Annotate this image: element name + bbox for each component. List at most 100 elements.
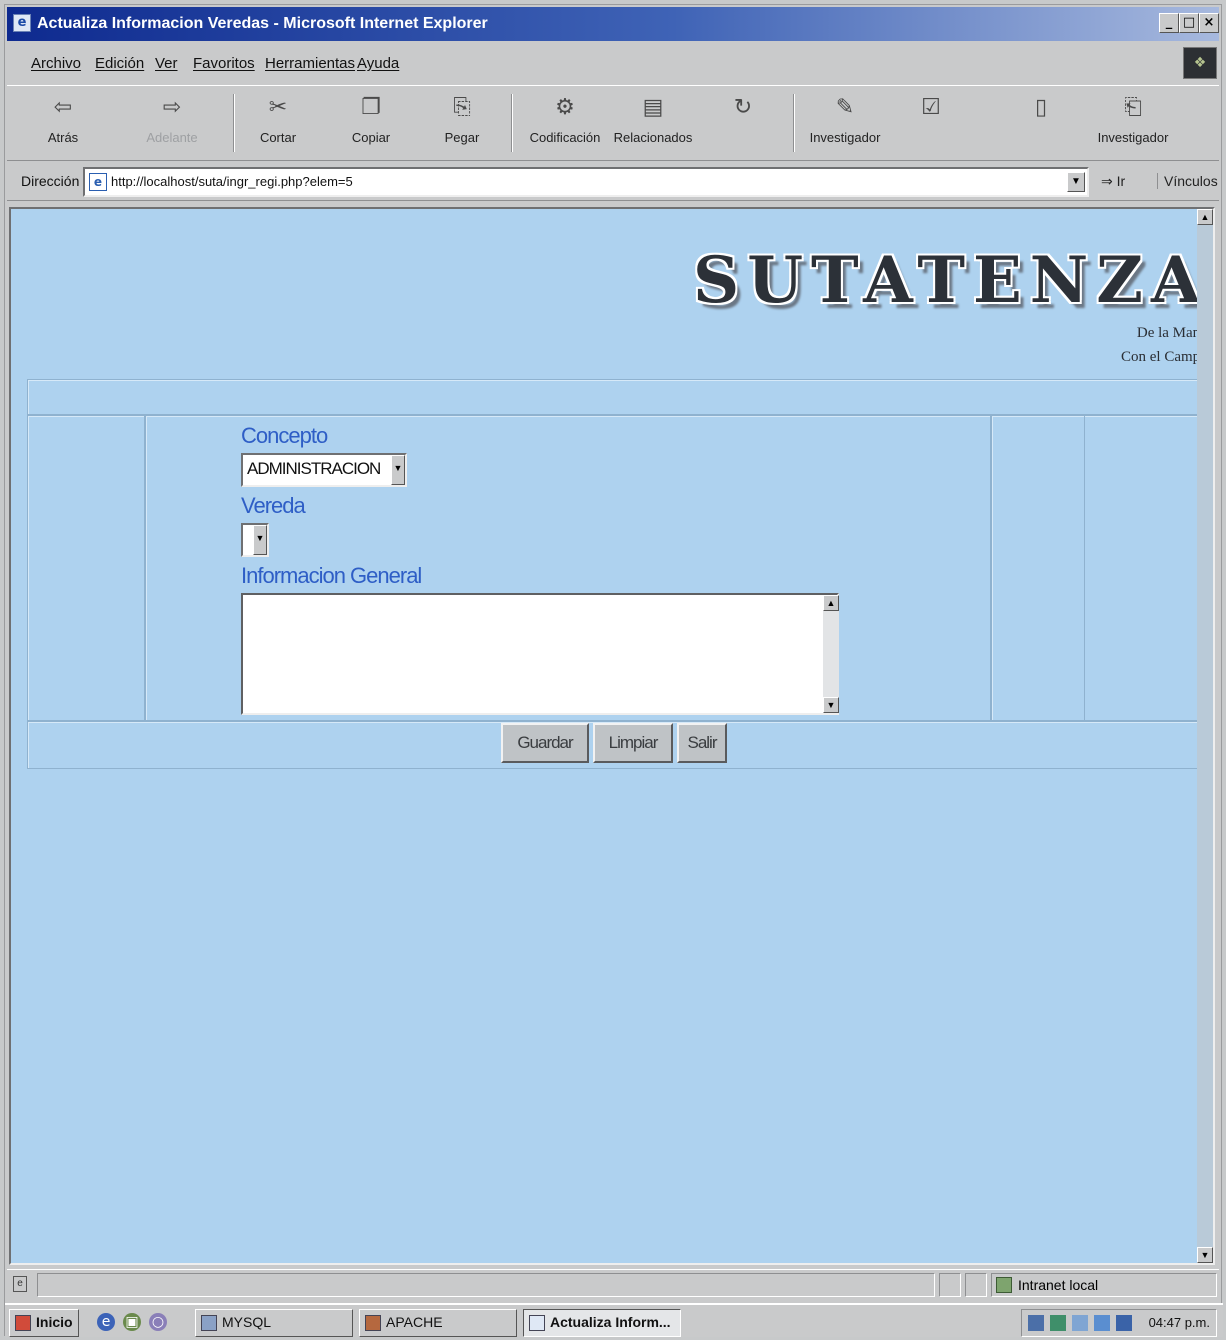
address-dropdown-arrow-icon[interactable]: ▼ <box>1067 172 1085 192</box>
network-icon[interactable] <box>1028 1315 1044 1331</box>
toolbar-separator <box>233 94 235 152</box>
windows-logo-icon: ❖ <box>1183 47 1217 79</box>
scroll-up-icon[interactable]: ▲ <box>823 595 839 611</box>
standard-toolbar: ⇦ Atrás ⇨ Adelante ✂ Cortar ❐ Copiar ⎘ P… <box>7 85 1219 161</box>
paste-icon: ⎘ <box>453 95 471 120</box>
page-icon: e <box>89 173 107 191</box>
salir-button[interactable]: Salir <box>677 723 727 763</box>
menu-ayuda[interactable]: Ayuda <box>357 55 399 72</box>
forward-button[interactable]: ⇨ Adelante <box>127 94 217 145</box>
address-bar: Dirección e http://localhost/suta/ingr_r… <box>7 163 1219 201</box>
researcher-button[interactable]: ✎ Investigador <box>803 94 887 145</box>
links-button[interactable]: Vínculos <box>1157 173 1218 189</box>
close-button[interactable]: × <box>1199 13 1219 33</box>
discuss-icon: ▯ <box>1034 95 1048 120</box>
page-status-icon: e <box>13 1276 27 1292</box>
forward-arrow-icon: ⇨ <box>162 95 182 120</box>
encoding-icon: ⚙ <box>555 95 575 120</box>
mysql-window-icon <box>201 1315 217 1331</box>
history-icon: ↻ <box>733 95 753 120</box>
form-left-cell <box>27 415 145 721</box>
chevron-down-icon: ▼ <box>253 525 267 555</box>
page-viewport: SUTATENZA De la Mano Con el Campo Concep… <box>9 207 1215 1265</box>
toolbar-separator <box>511 94 513 152</box>
address-label: Dirección <box>21 173 80 189</box>
title-bar[interactable]: e Actualiza Informacion Veredas - Micros… <box>7 7 1219 41</box>
taskbar-item-actualiza[interactable]: Actualiza Inform... <box>523 1309 681 1337</box>
menu-herramientas[interactable]: Herramientas <box>265 55 355 72</box>
scroll-down-icon[interactable]: ▼ <box>1197 1247 1213 1263</box>
edit-icon: ☑ <box>921 95 941 120</box>
quick-launch-channels-icon[interactable]: ○ <box>149 1313 167 1331</box>
concepto-label: Concepto <box>241 423 328 448</box>
edit-button[interactable]: ☑ <box>913 94 949 122</box>
site-logo: SUTATENZA <box>693 243 1209 318</box>
page-scrollbar[interactable]: ▲ ▼ <box>1197 209 1213 1263</box>
info-general-textarea[interactable] <box>241 593 839 715</box>
menu-bar: Archivo Edición Ver Favoritos Herramient… <box>7 45 1219 81</box>
zone-pane: Intranet local <box>991 1273 1217 1297</box>
form-right-cell <box>991 415 1085 721</box>
apache-window-icon <box>365 1315 381 1331</box>
minimize-button[interactable]: _ <box>1159 13 1179 33</box>
info-general-label: Informacion General <box>241 563 422 588</box>
status-bar: e Intranet local <box>7 1269 1219 1299</box>
clock[interactable]: 04:47 p.m. <box>1149 1315 1210 1330</box>
status-pane <box>939 1273 961 1297</box>
related-icon: ▤ <box>642 95 664 120</box>
go-arrow-icon: ⇒ <box>1101 173 1113 189</box>
tray-app-icon[interactable] <box>1072 1315 1088 1331</box>
related-button[interactable]: ▤ Relacionados <box>611 94 695 145</box>
ie-window-icon <box>529 1315 545 1331</box>
researcher-button-2[interactable]: ⎗ Investigador <box>1091 94 1175 145</box>
tray-app-icon-3[interactable] <box>1116 1315 1132 1331</box>
back-arrow-icon: ⇦ <box>53 95 73 120</box>
window-title: Actualiza Informacion Veredas - Microsof… <box>37 15 488 32</box>
form-header-row <box>27 379 1199 415</box>
address-input[interactable]: e http://localhost/suta/ingr_regi.php?el… <box>83 167 1089 197</box>
menu-ver[interactable]: Ver <box>155 55 178 72</box>
vereda-select[interactable]: ▼ <box>241 523 269 557</box>
copy-icon: ❐ <box>361 95 381 120</box>
researcher-icon-2: ⎗ <box>1124 95 1142 120</box>
menu-favoritos[interactable]: Favoritos <box>193 55 255 72</box>
chevron-down-icon: ▼ <box>391 455 405 485</box>
copy-button[interactable]: ❐ Copiar <box>343 94 399 145</box>
volume-icon[interactable] <box>1050 1315 1066 1331</box>
quick-launch-desktop-icon[interactable]: ▣ <box>123 1313 141 1331</box>
address-url[interactable]: http://localhost/suta/ingr_regi.php?elem… <box>111 174 353 189</box>
paste-button[interactable]: ⎘ Pegar <box>435 94 489 145</box>
limpiar-button[interactable]: Limpiar <box>593 723 673 763</box>
internet-explorer-icon: e <box>13 14 31 32</box>
taskbar: Inicio e ▣ ○ MYSQL APACHE Actualiza Info… <box>5 1303 1223 1337</box>
taskbar-item-mysql[interactable]: MYSQL <box>195 1309 353 1337</box>
discuss-button[interactable]: ▯ <box>1023 94 1059 122</box>
taskbar-item-apache[interactable]: APACHE <box>359 1309 517 1337</box>
intranet-zone-icon <box>996 1277 1012 1293</box>
site-slogan: De la Mano Con el Campo <box>1121 325 1208 365</box>
start-button[interactable]: Inicio <box>9 1309 79 1337</box>
tray-app-icon-2[interactable] <box>1094 1315 1110 1331</box>
back-button[interactable]: ⇦ Atrás <box>23 94 103 145</box>
researcher-icon: ✎ <box>835 95 855 120</box>
windows-flag-icon <box>15 1315 31 1331</box>
cut-icon: ✂ <box>268 95 288 120</box>
history-button[interactable]: ↻ <box>725 94 761 122</box>
vereda-label: Vereda <box>241 493 306 518</box>
scroll-up-icon[interactable]: ▲ <box>1197 209 1213 225</box>
go-button[interactable]: ⇒ Ir <box>1101 173 1125 190</box>
scroll-down-icon[interactable]: ▼ <box>823 697 839 713</box>
concepto-select[interactable]: ADMINISTRACION ▼ <box>241 453 407 487</box>
menu-edicion[interactable]: Edición <box>95 55 144 72</box>
system-tray: 04:47 p.m. <box>1021 1309 1217 1337</box>
maximize-button[interactable]: □ <box>1179 13 1199 33</box>
encoding-button[interactable]: ⚙ Codificación <box>523 94 607 145</box>
guardar-button[interactable]: Guardar <box>501 723 589 763</box>
toolbar-separator <box>793 94 795 152</box>
cut-button[interactable]: ✂ Cortar <box>253 94 303 145</box>
textarea-scrollbar[interactable]: ▲ ▼ <box>823 595 839 713</box>
menu-archivo[interactable]: Archivo <box>31 55 81 72</box>
status-pane <box>965 1273 987 1297</box>
zone-label: Intranet local <box>1018 1277 1099 1293</box>
quick-launch-ie-icon[interactable]: e <box>97 1313 115 1331</box>
